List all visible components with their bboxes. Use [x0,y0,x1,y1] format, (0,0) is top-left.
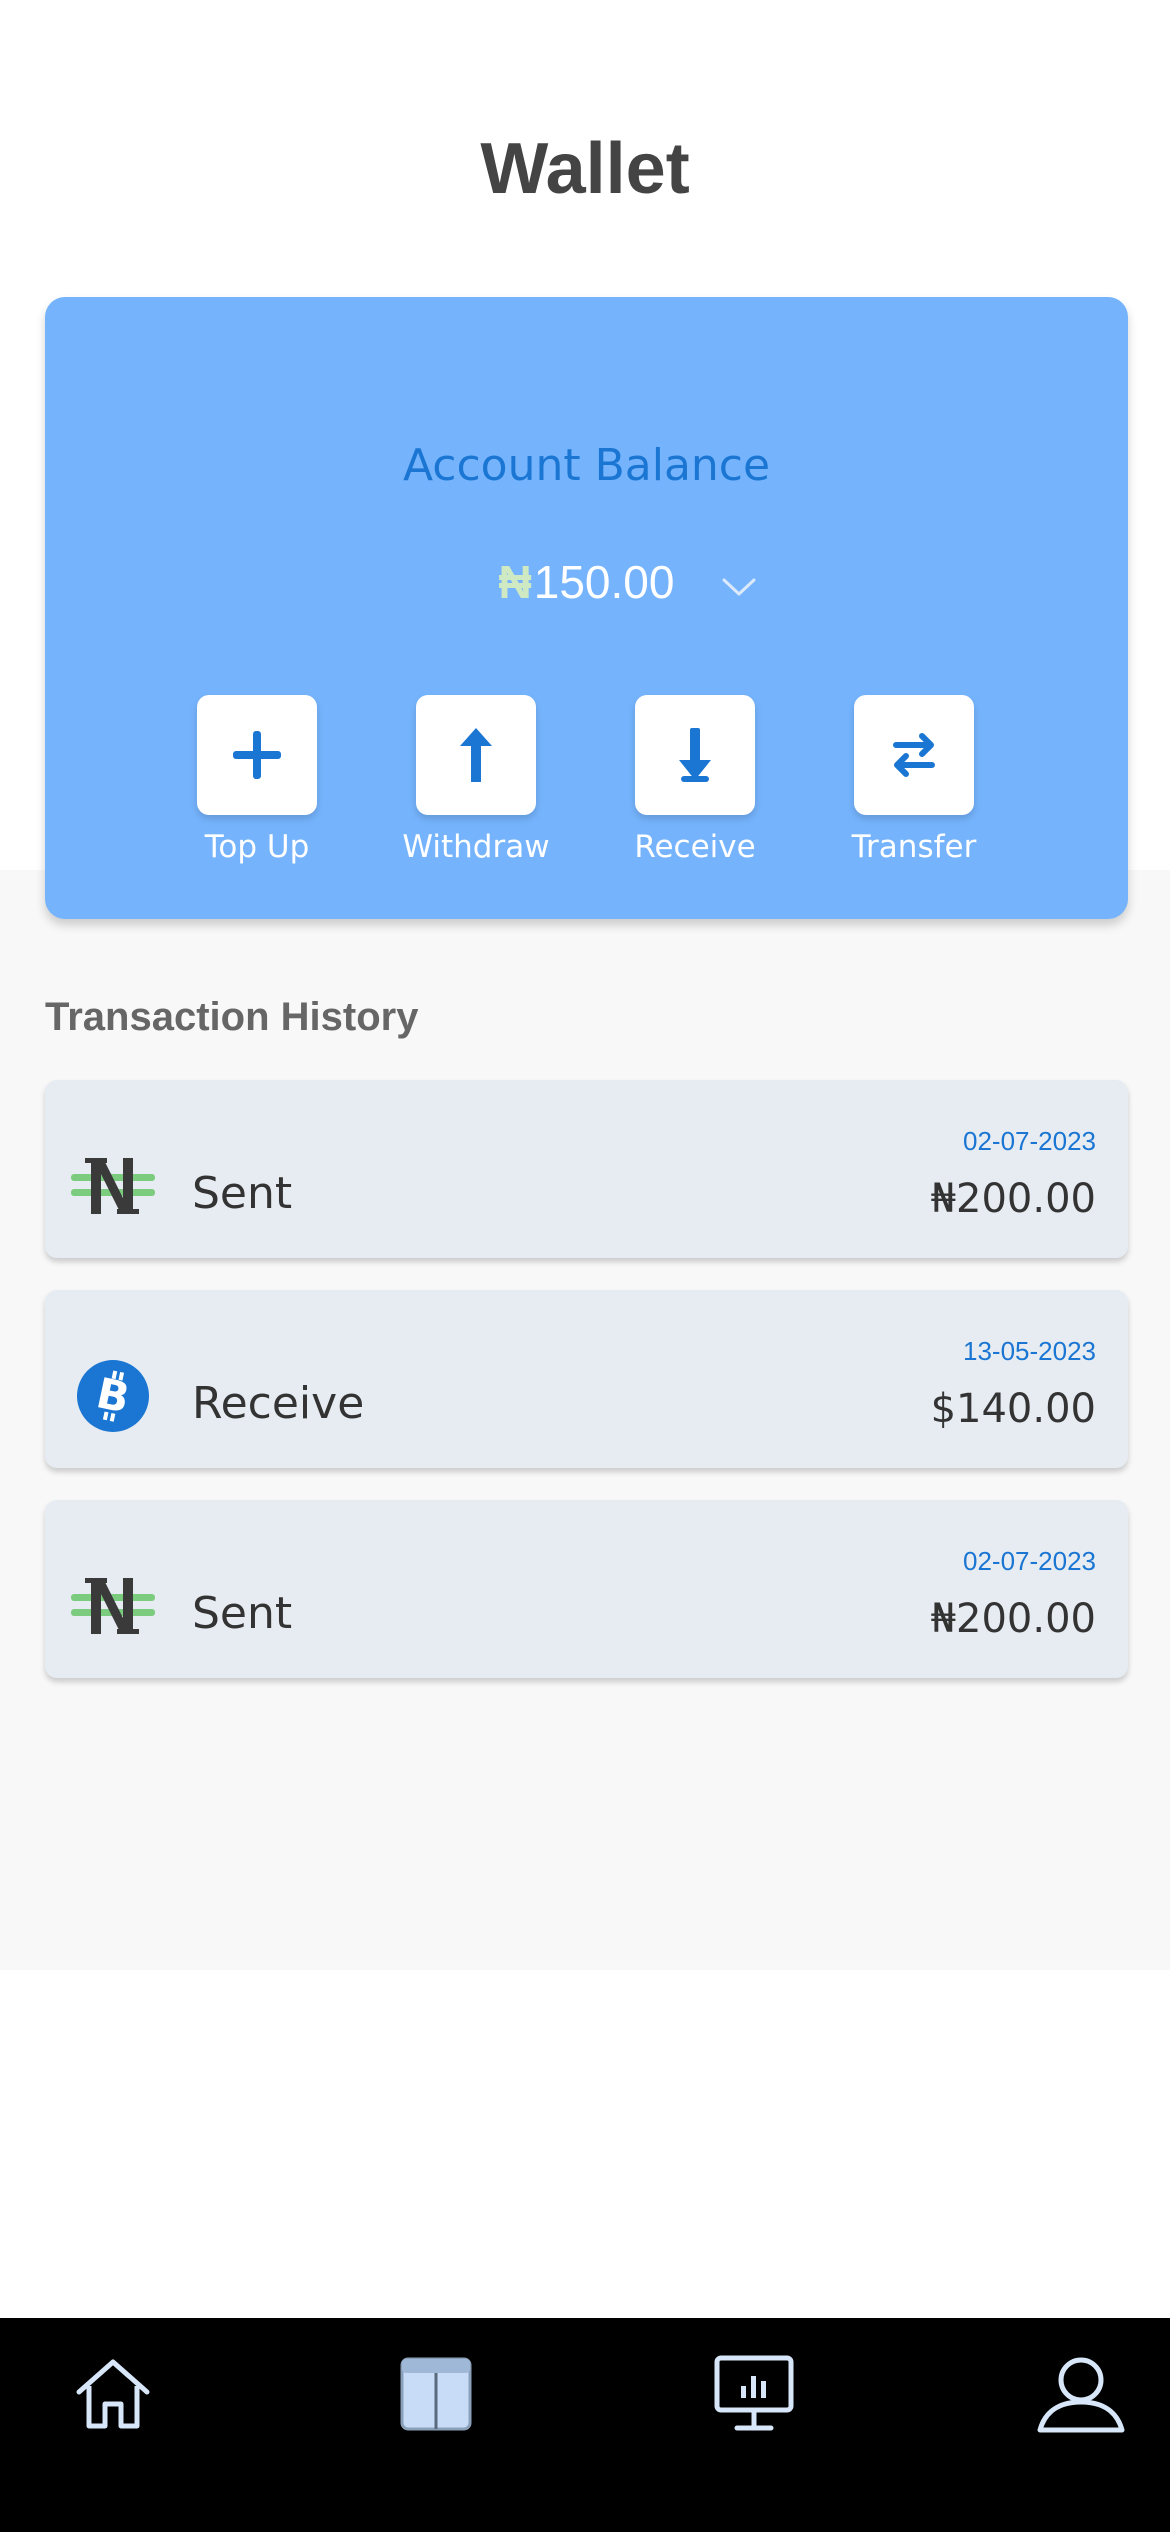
home-icon [76,2359,150,2429]
transaction-item[interactable]: Sent 02-07-2023 ₦200.00 [45,1080,1128,1258]
withdraw-button[interactable] [416,695,536,815]
transfer-label: Transfer [851,829,977,865]
arrow-up-icon [460,728,492,782]
balance-label: Account Balance [402,440,771,491]
tab-book[interactable] [376,2344,496,2444]
plus-icon [233,731,281,779]
naira-icon [71,1568,155,1644]
currency-symbol: ₦ [498,556,532,608]
top-up-action[interactable]: Top Up [182,695,332,865]
transfer-action[interactable]: Transfer [839,695,989,865]
top-up-button[interactable] [197,695,317,815]
transaction-amount: ₦200.00 [930,1176,1096,1222]
withdraw-label: Withdraw [402,829,550,865]
receive-label: Receive [634,829,756,865]
transaction-amount: $140.00 [930,1386,1096,1432]
user-icon [1037,2357,1125,2433]
tab-home[interactable] [53,2344,173,2444]
monitor-chart-icon [714,2355,794,2431]
tab-analytics[interactable] [694,2344,814,2444]
transaction-item[interactable]: Sent 02-07-2023 ₦200.00 [45,1500,1128,1678]
transaction-item[interactable]: B Receive 13-05-2023 $140.00 [45,1290,1128,1468]
transaction-amount: ₦200.00 [930,1596,1096,1642]
currency-dropdown-toggle[interactable] [717,567,761,607]
transaction-date: 02-07-2023 [963,1546,1096,1576]
withdraw-action[interactable]: Withdraw [401,695,551,865]
swap-arrows-icon [893,733,935,777]
tab-profile[interactable] [1021,2344,1141,2444]
transfer-button[interactable] [854,695,974,815]
top-up-label: Top Up [204,829,310,865]
receive-action[interactable]: Receive [620,695,770,865]
balance-amount: 150.00 [533,556,675,608]
transaction-type: Sent [192,1168,293,1219]
arrow-down-icon [679,728,711,782]
transaction-history-title: Transaction History [45,995,419,1039]
naira-icon [71,1148,155,1224]
bottom-tab-bar [0,2318,1170,2532]
transaction-date: 13-05-2023 [963,1336,1096,1366]
receive-button[interactable] [635,695,755,815]
balance-value: ₦150.00 [45,555,1128,609]
transaction-type: Receive [192,1378,365,1429]
book-icon [400,2357,472,2431]
balance-card: Account Balance ₦150.00 Top Up Withdraw [45,297,1128,919]
page-title: Wallet [480,129,690,209]
bitcoin-icon: B [71,1358,155,1434]
transaction-type: Sent [192,1588,293,1639]
chevron-down-icon [722,578,756,596]
transaction-date: 02-07-2023 [963,1126,1096,1156]
